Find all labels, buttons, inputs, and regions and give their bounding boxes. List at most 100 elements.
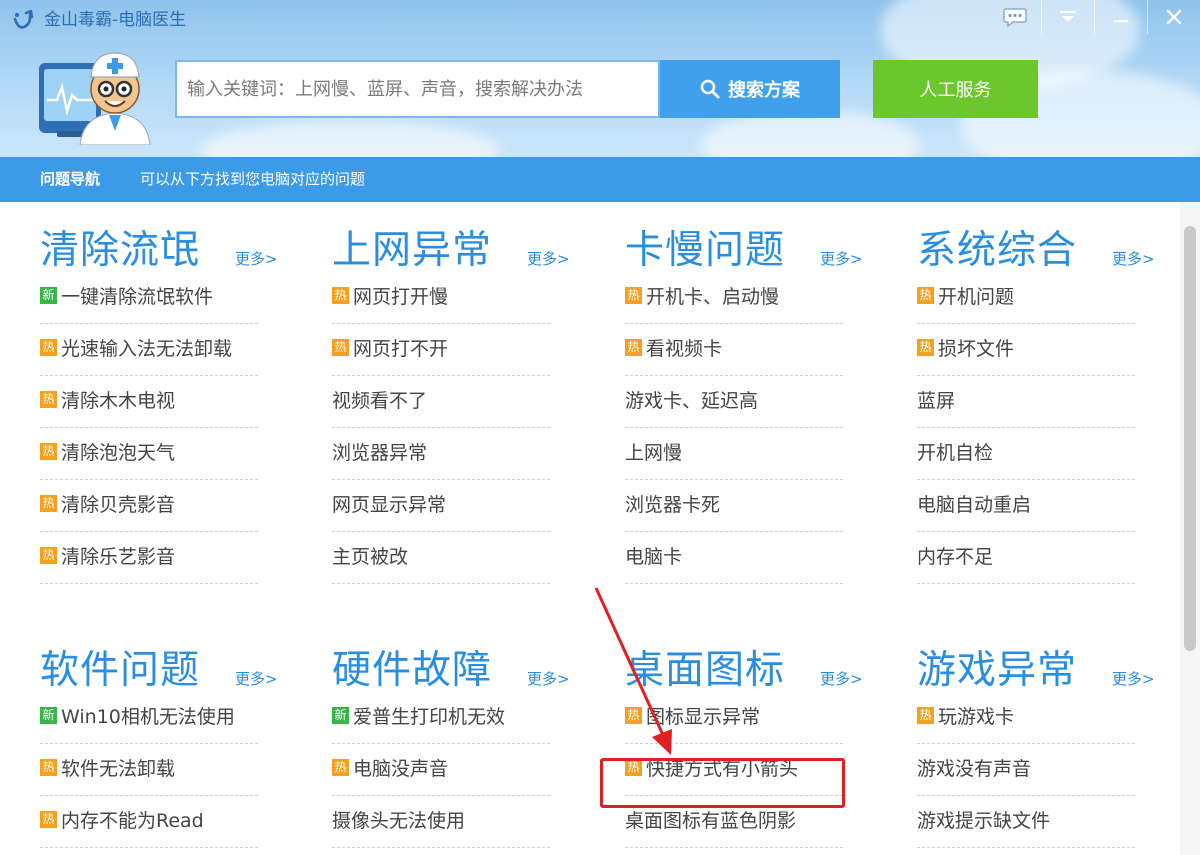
problem-link-text: 光速输入法无法卸载 — [61, 338, 233, 360]
problem-link[interactable]: 游戏提示缺文件 — [917, 796, 1135, 848]
problem-link[interactable]: 上网慢 — [625, 428, 843, 480]
search-input[interactable] — [177, 62, 658, 116]
problem-link-text: 视频看不了 — [332, 390, 428, 412]
problem-link[interactable]: 热看视频卡 — [625, 324, 843, 376]
problem-nav-bar: 问题导航 可以从下方找到您电脑对应的问题 — [0, 157, 1200, 202]
scrollbar-thumb[interactable] — [1184, 226, 1196, 651]
problem-link[interactable]: 视频看不了 — [332, 376, 550, 428]
problem-link[interactable]: 蓝屏 — [917, 376, 1135, 428]
problem-link-text: 电脑卡 — [625, 546, 683, 568]
category-title[interactable]: 卡慢问题 — [625, 228, 785, 274]
chat-button[interactable] — [989, 0, 1041, 34]
more-link[interactable]: 更多> — [820, 668, 863, 689]
problem-link[interactable]: 热软件无法卸载 — [40, 744, 258, 796]
search-button-label: 搜索方案 — [728, 80, 800, 101]
category-title[interactable]: 桌面图标 — [625, 648, 785, 694]
problem-link[interactable]: 新爱普生打印机无效 — [332, 692, 550, 744]
menu-button[interactable] — [1041, 0, 1094, 34]
more-link[interactable]: 更多> — [820, 248, 863, 269]
problem-link-text: 浏览器异常 — [332, 442, 428, 464]
more-link[interactable]: 更多> — [235, 248, 278, 269]
problem-link-text: 软件无法卸载 — [61, 758, 176, 780]
problem-link[interactable]: 热电脑没声音 — [332, 744, 550, 796]
category-title[interactable]: 系统综合 — [917, 228, 1077, 274]
problem-link[interactable]: 热清除乐艺影音 — [40, 532, 258, 584]
category-section: 系统综合 更多> 热开机问题热损坏文件蓝屏开机自检 电脑自动重启 内存不足 — [917, 202, 1167, 584]
problem-link[interactable]: 热清除木木电视 — [40, 376, 258, 428]
problem-link[interactable]: 电脑自动重启 — [917, 480, 1135, 532]
more-link[interactable]: 更多> — [527, 248, 570, 269]
close-icon — [1166, 9, 1182, 25]
hot-badge-icon: 热 — [40, 547, 57, 564]
problem-link-text: 网页打开慢 — [353, 286, 449, 308]
problem-link-text: 主页被改 — [332, 546, 409, 568]
problem-link[interactable]: 游戏卡、延迟高 — [625, 376, 843, 428]
menu-icon — [1060, 11, 1076, 22]
hot-badge-icon: 热 — [332, 759, 349, 776]
problem-link[interactable]: 新一键清除流氓软件 — [40, 272, 258, 324]
problem-link[interactable]: 热网页打开慢 — [332, 272, 550, 324]
new-badge-icon: 新 — [40, 287, 57, 304]
problem-link[interactable]: 热清除贝壳影音 — [40, 480, 258, 532]
problem-categories: 清除流氓 更多> 新一键清除流氓软件热光速输入法无法卸载热清除木木电视热清除泡泡天气… — [0, 202, 1180, 855]
minimize-button[interactable] — [1094, 0, 1147, 34]
close-button[interactable] — [1147, 0, 1200, 34]
problem-link[interactable]: 热损坏文件 — [917, 324, 1135, 376]
category-title[interactable]: 上网异常 — [332, 228, 492, 274]
problem-link-text: 损坏文件 — [938, 338, 1015, 360]
hot-badge-icon: 热 — [625, 707, 642, 724]
nav-title: 问题导航 — [40, 170, 101, 188]
hot-badge-icon: 热 — [917, 707, 934, 724]
more-link[interactable]: 更多> — [1112, 248, 1155, 269]
problem-link[interactable]: 热图标显示异常 — [625, 692, 843, 744]
problem-link[interactable]: 热清除泡泡天气 — [40, 428, 258, 480]
problem-link[interactable]: 热开机问题 — [917, 272, 1135, 324]
category-header: 游戏异常 更多> — [917, 622, 1167, 694]
more-link[interactable]: 更多> — [527, 668, 570, 689]
category-title[interactable]: 软件问题 — [40, 648, 200, 694]
search-button[interactable]: 搜索方案 — [660, 60, 840, 118]
problem-link-text: 清除泡泡天气 — [61, 442, 176, 464]
category-header: 桌面图标 更多> — [625, 622, 875, 694]
more-link[interactable]: 更多> — [1112, 668, 1155, 689]
problem-link[interactable]: 热开机卡、启动慢 — [625, 272, 843, 324]
problem-link-text: 蓝屏 — [917, 390, 956, 412]
problem-link[interactable]: 热网页打不开 — [332, 324, 550, 376]
problem-link[interactable]: 摄像头无法使用 — [332, 796, 550, 848]
minimize-icon — [1114, 20, 1128, 23]
problem-link[interactable]: 主页被改 — [332, 532, 550, 584]
problem-link[interactable]: 网页显示异常 — [332, 480, 550, 532]
problem-link-text: 游戏没有声音 — [917, 758, 1032, 780]
problem-link-text: 开机问题 — [938, 286, 1015, 308]
hot-badge-icon: 热 — [332, 339, 349, 356]
problem-link[interactable]: 浏览器卡死 — [625, 480, 843, 532]
category-title[interactable]: 硬件故障 — [332, 648, 492, 694]
human-service-button[interactable]: 人工服务 — [873, 60, 1038, 118]
problem-link[interactable]: 电脑卡 — [625, 532, 843, 584]
category-header: 软件问题 更多> — [40, 622, 290, 694]
chat-icon — [1003, 8, 1027, 27]
problem-link[interactable]: 新 Win10相机无法使用 — [40, 692, 258, 744]
category-title[interactable]: 游戏异常 — [917, 648, 1077, 694]
category-section: 卡慢问题 更多> 热开机卡、启动慢热看视频卡 游戏卡、延迟高 上网慢 浏览器卡死 电脑卡 — [625, 202, 875, 584]
problem-link[interactable]: 内存不足 — [917, 532, 1135, 584]
problem-link-text: Win10相机无法使用 — [61, 706, 235, 728]
app-title: 金山毒霸-电脑医生 — [44, 10, 187, 30]
more-link[interactable]: 更多> — [235, 668, 278, 689]
problem-link[interactable]: 热光速输入法无法卸载 — [40, 324, 258, 376]
problem-link[interactable]: 开机自检 — [917, 428, 1135, 480]
hot-badge-icon: 热 — [625, 339, 642, 356]
header: 金山毒霸-电脑医生 输入关键词：上网慢、蓝屏、声音，搜索解决办法 搜索方案 人工… — [0, 0, 1200, 157]
category-section: 上网异常 更多> 热网页打开慢热网页打不开 视频看不了 浏览器异常 网页显示异常 主页被改 — [332, 202, 582, 584]
problem-link[interactable]: 游戏没有声音 — [917, 744, 1135, 796]
category-title[interactable]: 清除流氓 — [40, 228, 200, 274]
problem-link[interactable]: 浏览器异常 — [332, 428, 550, 480]
hot-badge-icon: 热 — [40, 811, 57, 828]
problem-link[interactable]: 热玩游戏卡 — [917, 692, 1135, 744]
problem-link-text: 看视频卡 — [646, 338, 723, 360]
category-header: 清除流氓 更多> — [40, 202, 290, 274]
search-icon — [700, 79, 720, 99]
problem-link-text: 桌面图标有蓝色阴影 — [625, 810, 797, 832]
problem-link[interactable]: 热内存不能为Read — [40, 796, 258, 848]
problem-link-text: 图标显示异常 — [646, 706, 761, 728]
